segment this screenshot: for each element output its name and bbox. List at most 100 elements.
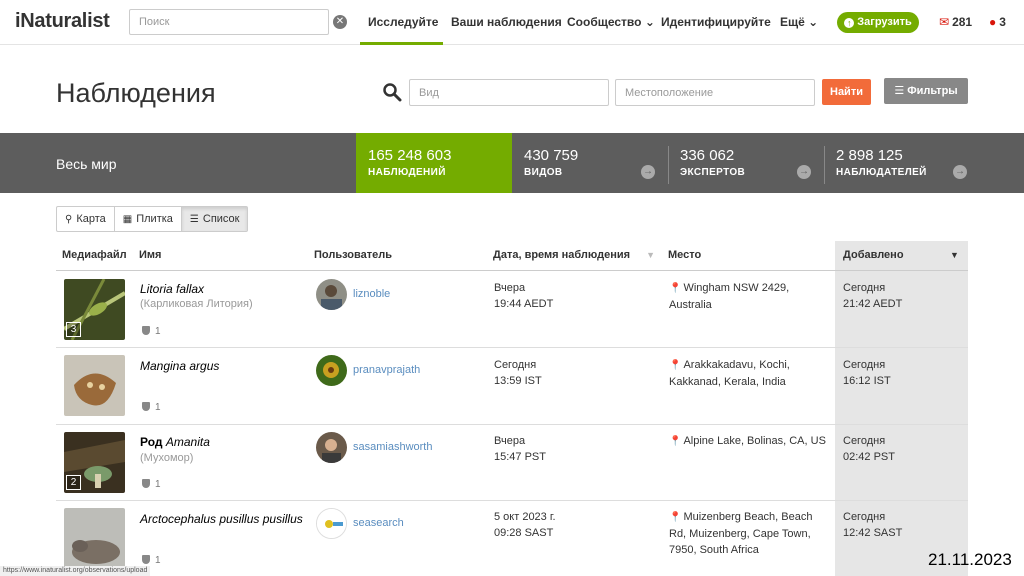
notifications-button[interactable]: ● 3 [989,15,1006,29]
nav-more[interactable]: Ещё ⌄ [780,15,818,29]
location-input[interactable]: Местоположение [615,79,815,106]
place: 📍 Wingham NSW 2429, Australia [669,280,829,313]
identification-count-value: 1 [155,402,161,413]
observation-photo[interactable]: 3 [64,279,125,340]
stat-observers-value[interactable]: 2 898 125 [836,147,903,164]
search-input[interactable]: Поиск [129,9,329,35]
page-title: Наблюдения [56,78,216,108]
taxon-scientific: Arctocephalus pusillus pusillus [140,512,303,526]
nav-active-underline [360,42,443,45]
added-date: Сегодня 12:42 SAST [843,509,902,541]
clear-icon[interactable]: ✕ [333,15,347,29]
identification-count-value: 1 [155,326,161,337]
map-pin-icon: 📍 [669,436,682,447]
observation-photo[interactable] [64,355,125,416]
observed-day: Вчера [494,282,526,294]
stat-identifiers-value[interactable]: 336 062 [680,147,734,164]
tab-list-label: Список [202,213,240,225]
map-pin-icon: ⚲ [65,214,73,225]
photo-count: 3 [66,322,81,337]
header-place[interactable]: Место [668,249,701,261]
place-text: Arakkakadavu, Kochi, Kakkanad, Kerala, I… [669,359,790,388]
observed-time: 19:44 AEDT [494,298,554,310]
header-name[interactable]: Имя [139,249,161,261]
stat-species-label: ВИДОВ [524,167,563,178]
upload-button[interactable]: ↑ Загрузить [837,12,919,33]
added-day: Сегодня [843,359,886,371]
tab-list[interactable]: ☰ Список [181,207,248,231]
arrow-right-icon[interactable]: → [641,165,655,179]
search-icon [383,83,402,102]
taxon-name[interactable]: Litoria fallax [140,282,204,296]
avatar[interactable] [316,355,347,386]
user-link[interactable]: liznoble [353,288,390,300]
identification-count: 1 [142,402,161,413]
avatar[interactable] [316,279,347,310]
list-icon: ☰ [189,214,199,225]
observed-time: 15:47 PST [494,451,546,463]
observation-photo[interactable] [64,508,125,569]
grid-icon: ▦ [122,214,133,225]
place-text: Alpine Lake, Bolinas, CA, US [683,435,826,447]
tab-map-label: Карта [76,213,106,225]
chevron-down-icon: ⌄ [808,15,819,29]
stat-observers-label: НАБЛЮДАТЕЛЕЙ [836,167,927,178]
user-photo [316,432,347,463]
avatar[interactable] [316,508,347,539]
place: 📍 Alpine Lake, Bolinas, CA, US [669,433,829,450]
shield-icon [142,326,150,335]
header-observed-date-label: Дата, время наблюдения [493,249,631,261]
taxon-rank: Род [140,435,163,449]
row-divider [56,424,968,425]
user-logo [317,509,346,538]
taxon-name[interactable]: Mangina argus [140,359,219,373]
nav-community-label: Сообщество [567,15,642,29]
nav-explore[interactable]: Исследуйте [368,15,438,29]
stat-species-value[interactable]: 430 759 [524,147,578,164]
nav-community[interactable]: Сообщество ⌄ [567,15,655,29]
map-pin-icon: 📍 [669,512,682,523]
observed-day: Сегодня [494,359,537,371]
observed-time: 09:28 SAST [494,527,554,539]
moth-photo [64,355,125,416]
stat-divider [824,146,825,184]
nav-identify[interactable]: Идентифицируйте [661,15,771,29]
photo-count: 2 [66,475,81,490]
user-link[interactable]: pranavprajath [353,364,420,376]
taxon-name[interactable]: Arctocephalus pusillus pusillus [140,512,303,526]
nav-more-label: Ещё [780,15,805,29]
avatar[interactable] [316,432,347,463]
envelope-icon: ✉ [939,15,950,29]
row-divider [56,347,968,348]
common-name: (Карликовая Литория) [140,298,253,310]
arrow-right-icon[interactable]: → [797,165,811,179]
tab-grid[interactable]: ▦ Плитка [115,207,182,231]
arrow-right-icon[interactable]: → [953,165,967,179]
user-link[interactable]: seasearch [353,517,404,529]
tab-map[interactable]: ⚲ Карта [57,207,115,231]
nav-your-observations[interactable]: Ваши наблюдения [451,15,562,29]
header-user[interactable]: Пользователь [314,249,392,261]
added-date: Сегодня 16:12 IST [843,357,891,389]
header-added[interactable]: Добавлено ▼ [843,249,959,261]
identification-count: 1 [142,326,161,337]
common-name: (Мухомор) [140,452,194,464]
user-link[interactable]: sasamiashworth [353,441,432,453]
observed-date: 5 окт 2023 г. 09:28 SAST [494,509,556,541]
taxon-name[interactable]: Род Amanita [140,435,210,449]
notifications-count: 3 [999,15,1006,29]
header-observed-date[interactable]: Дата, время наблюдения ▼ [493,249,655,261]
shield-icon [142,402,150,411]
added-day: Сегодня [843,435,886,447]
filters-button[interactable]: ☰ Фильтры [884,78,968,104]
find-button[interactable]: Найти [822,79,871,105]
scope-label[interactable]: Весь мир [56,156,117,172]
species-input[interactable]: Вид [409,79,609,106]
taxon-scientific: Mangina argus [140,359,220,373]
observation-photo[interactable]: 2 [64,432,125,493]
observed-date: Вчера 19:44 AEDT [494,280,553,312]
date-stamp: 21.11.2023 [928,550,1012,569]
added-time: 21:42 AEDT [843,298,903,310]
messages-button[interactable]: ✉ 281 [939,15,972,29]
logo[interactable]: iNaturalist [15,10,110,33]
